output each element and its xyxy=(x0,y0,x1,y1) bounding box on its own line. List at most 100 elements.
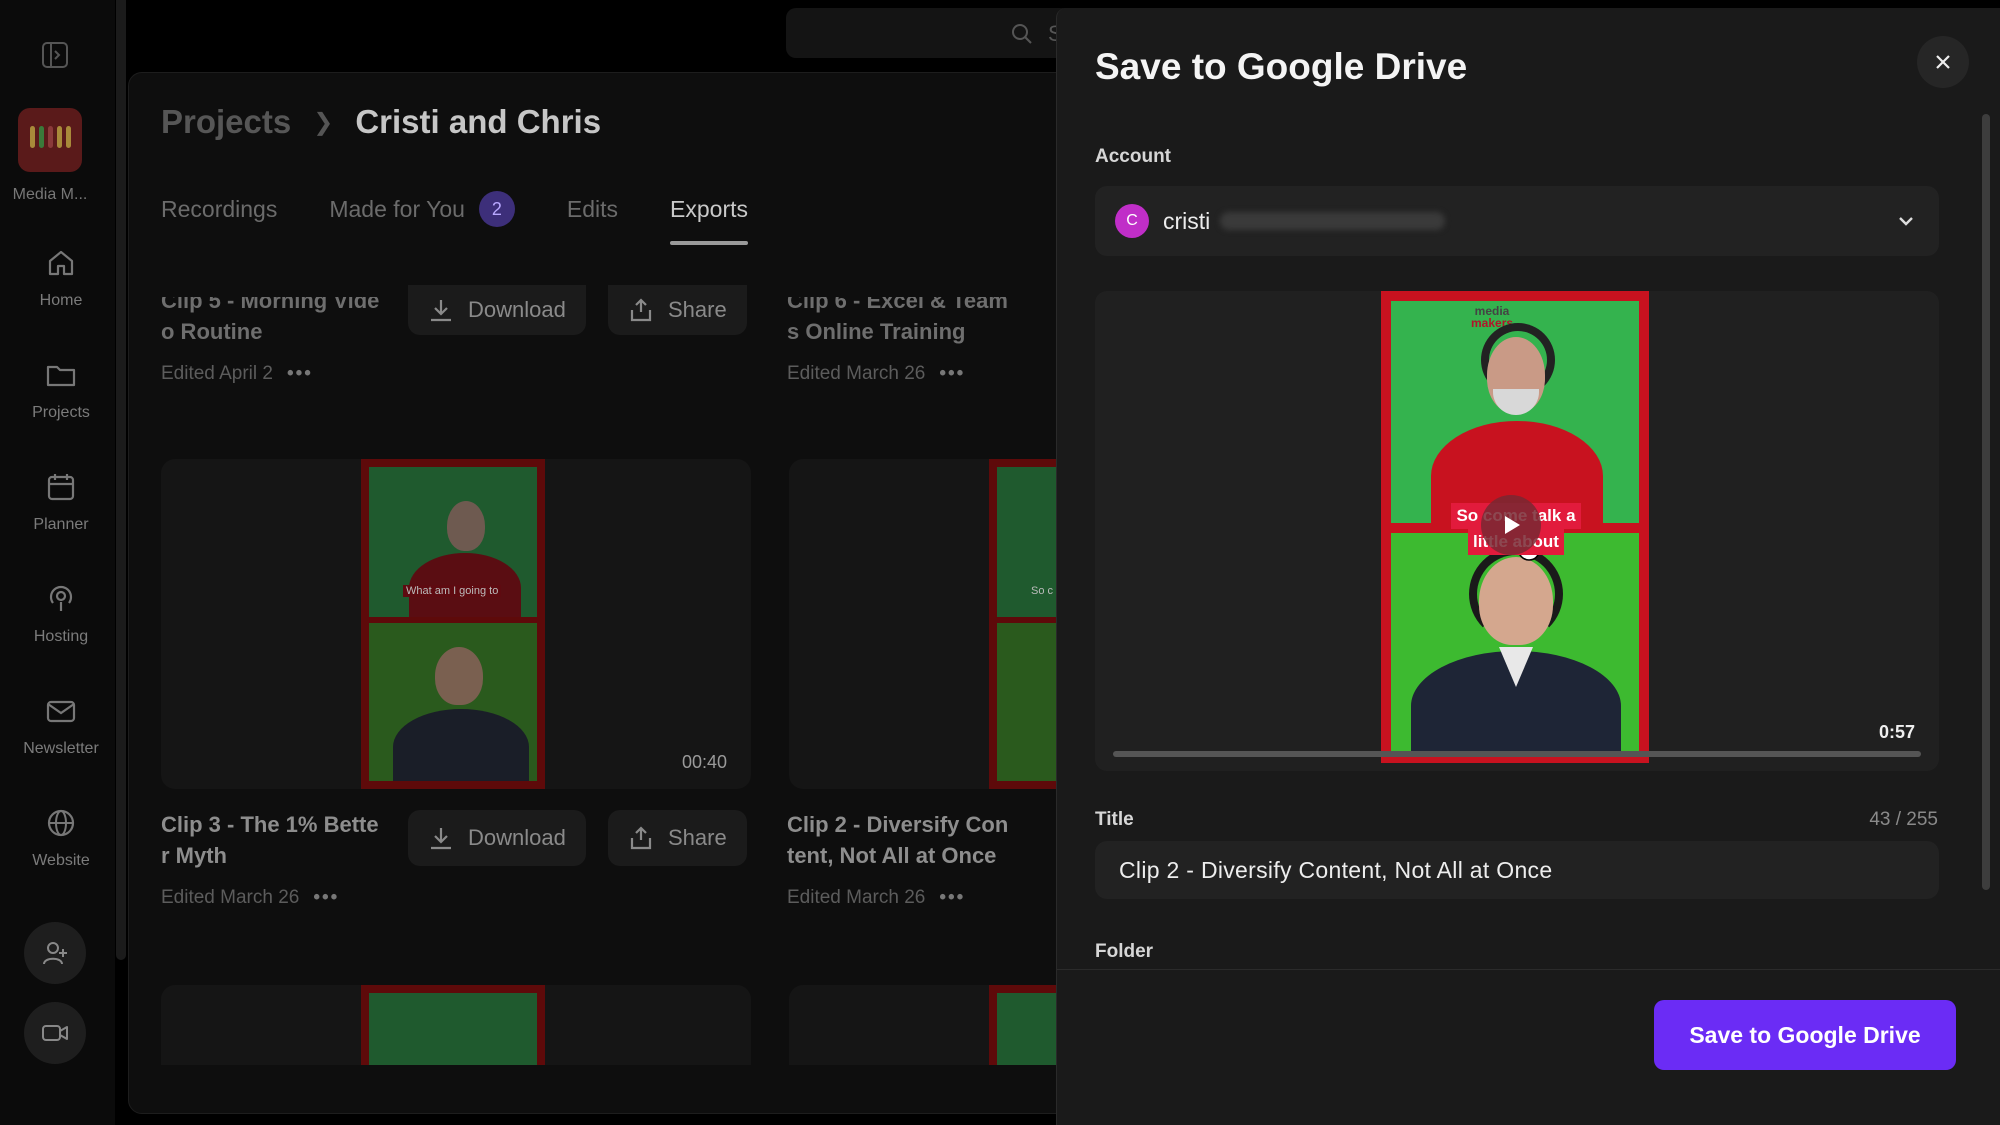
share-icon xyxy=(630,826,652,850)
search-input[interactable]: S xyxy=(786,8,1086,58)
nav-planner[interactable]: Planner xyxy=(0,470,122,534)
download-icon xyxy=(431,828,451,850)
account-email-redacted xyxy=(1220,212,1446,230)
close-icon xyxy=(1936,55,1950,69)
card-meta: Edited March 26 ••• xyxy=(161,887,339,909)
card-title-line: r Myth xyxy=(161,843,227,868)
home-icon xyxy=(48,250,74,276)
more-options-icon[interactable]: ••• xyxy=(287,363,313,385)
share-label: Share xyxy=(668,297,727,322)
video-thumbnail[interactable] xyxy=(161,985,751,1065)
tab-exports-label: Exports xyxy=(670,195,749,222)
card-title[interactable]: Clip 6 - Excel & Team s Online Training xyxy=(787,288,1008,347)
globe-icon xyxy=(47,809,75,837)
more-options-icon[interactable]: ••• xyxy=(939,887,965,909)
preview-bottom-speaker xyxy=(1391,533,1639,755)
share-label: Share xyxy=(668,825,727,850)
page-title: Cristi and Chris xyxy=(355,103,602,140)
download-button[interactable]: Download xyxy=(408,285,586,335)
caption-text: What am I going to xyxy=(403,585,502,597)
workspace-logo[interactable] xyxy=(18,108,82,172)
edited-date: Edited March 26 xyxy=(161,887,300,908)
share-button[interactable]: Share xyxy=(608,810,747,866)
nav-projects-label: Projects xyxy=(32,404,90,421)
count-badge: 2 xyxy=(478,191,515,227)
dialog-scrollbar[interactable] xyxy=(1982,114,1990,890)
sidebar-toggle-icon[interactable] xyxy=(40,40,70,70)
title-label: Title xyxy=(1095,809,1134,830)
preview-frame: mediamakers So come talk a little about xyxy=(1381,291,1649,763)
thumbnail-bottom-speaker xyxy=(369,623,537,781)
share-button[interactable]: Share xyxy=(608,285,747,335)
podcast-icon xyxy=(49,585,73,611)
dialog-title: Save to Google Drive xyxy=(1095,46,1468,87)
duration-label: 00:40 xyxy=(681,752,727,772)
card-meta: Edited March 26 ••• xyxy=(787,887,965,909)
preview-top-speaker: media makers xyxy=(1391,301,1639,523)
save-to-drive-button[interactable]: Save to Google Drive xyxy=(1654,1000,1956,1070)
download-label: Download xyxy=(468,297,566,322)
chevron-down-icon xyxy=(1899,217,1913,226)
nav-hosting[interactable]: Hosting xyxy=(0,582,122,646)
video-duration: 0:57 xyxy=(1878,722,1915,742)
record-button[interactable] xyxy=(24,1002,86,1064)
more-options-icon[interactable]: ••• xyxy=(313,887,339,909)
close-button[interactable] xyxy=(1917,36,1969,88)
nav-projects[interactable]: Projects xyxy=(0,358,122,422)
save-to-drive-dialog: Save to Google Drive Account C cristi me… xyxy=(1056,8,2000,1125)
card-title-line: Clip 6 - Excel & Team xyxy=(787,288,1008,313)
card-title[interactable]: Clip 2 - Diversify Con tent, Not All at … xyxy=(787,809,1008,871)
left-rail: Media M... Home Projects Planner Hosting… xyxy=(0,0,115,1125)
thumbnail-top-speaker: What am I going to xyxy=(369,467,537,617)
video-thumbnail[interactable]: What am I going to 00:40 xyxy=(161,459,751,789)
tab-recordings[interactable]: Recordings xyxy=(161,191,277,245)
video-progress-bar[interactable] xyxy=(1113,751,1921,757)
download-icon xyxy=(431,300,451,322)
nav-hosting-label: Hosting xyxy=(33,628,89,645)
nav-home-label: Home xyxy=(39,292,83,309)
tab-edits[interactable]: Edits xyxy=(567,191,618,245)
card-title-line: Clip 3 - The 1% Bette xyxy=(161,812,379,837)
card-title[interactable]: Clip 3 - The 1% Bette r Myth xyxy=(161,809,379,871)
add-user-button[interactable] xyxy=(24,922,86,984)
add-user-icon xyxy=(43,942,67,965)
workspace-name: Media M... xyxy=(12,186,88,203)
account-label: Account xyxy=(1095,146,1171,167)
tab-made-for-you-label: Made for You xyxy=(329,195,465,222)
download-label: Download xyxy=(468,825,566,850)
nav-newsletter-label: Newsletter xyxy=(23,740,99,757)
account-name: cristi xyxy=(1163,207,1211,234)
video-preview[interactable]: mediamakers So come talk a little about … xyxy=(1095,291,1939,771)
card-title-line: Clip 2 - Diversify Con xyxy=(787,812,1009,837)
tab-exports[interactable]: Exports xyxy=(670,191,748,245)
card-meta: Edited March 26 ••• xyxy=(787,363,965,385)
character-count: 43 / 255 xyxy=(1869,809,1938,830)
tab-edits-label: Edits xyxy=(566,195,619,222)
nav-newsletter[interactable]: Newsletter xyxy=(0,694,122,758)
play-button[interactable] xyxy=(1481,495,1541,555)
search-icon xyxy=(1012,24,1032,44)
folder-label: Folder xyxy=(1095,941,1154,962)
edited-date: Edited March 26 xyxy=(787,363,926,384)
folder-icon xyxy=(46,365,76,387)
nav-website-label: Website xyxy=(32,852,90,869)
tab-recordings-label: Recordings xyxy=(161,195,278,222)
nav-website[interactable]: Website xyxy=(0,806,122,870)
nav-home[interactable]: Home xyxy=(0,246,122,310)
title-field[interactable] xyxy=(1095,841,1939,899)
card-title[interactable]: Clip 5 - Morning Vide o Routine xyxy=(161,288,380,347)
rail-divider xyxy=(116,0,126,960)
dialog-footer: Save to Google Drive xyxy=(1057,969,2000,1125)
tab-bar: Recordings Made for You 2 Edits Exports xyxy=(161,191,748,245)
mail-icon xyxy=(46,700,76,723)
more-options-icon[interactable]: ••• xyxy=(939,363,965,385)
account-dropdown[interactable]: C cristi xyxy=(1095,186,1939,256)
card-title-line: tent, Not All at Once xyxy=(787,843,997,868)
tab-made-for-you[interactable]: Made for You 2 xyxy=(329,191,515,245)
breadcrumb-projects-link[interactable]: Projects xyxy=(161,103,291,141)
calendar-icon xyxy=(47,474,75,501)
edited-date: Edited March 26 xyxy=(787,887,926,908)
download-button[interactable]: Download xyxy=(408,810,586,866)
nav-planner-label: Planner xyxy=(33,516,89,533)
card-title-line: Clip 5 - Morning Vide xyxy=(161,288,380,313)
